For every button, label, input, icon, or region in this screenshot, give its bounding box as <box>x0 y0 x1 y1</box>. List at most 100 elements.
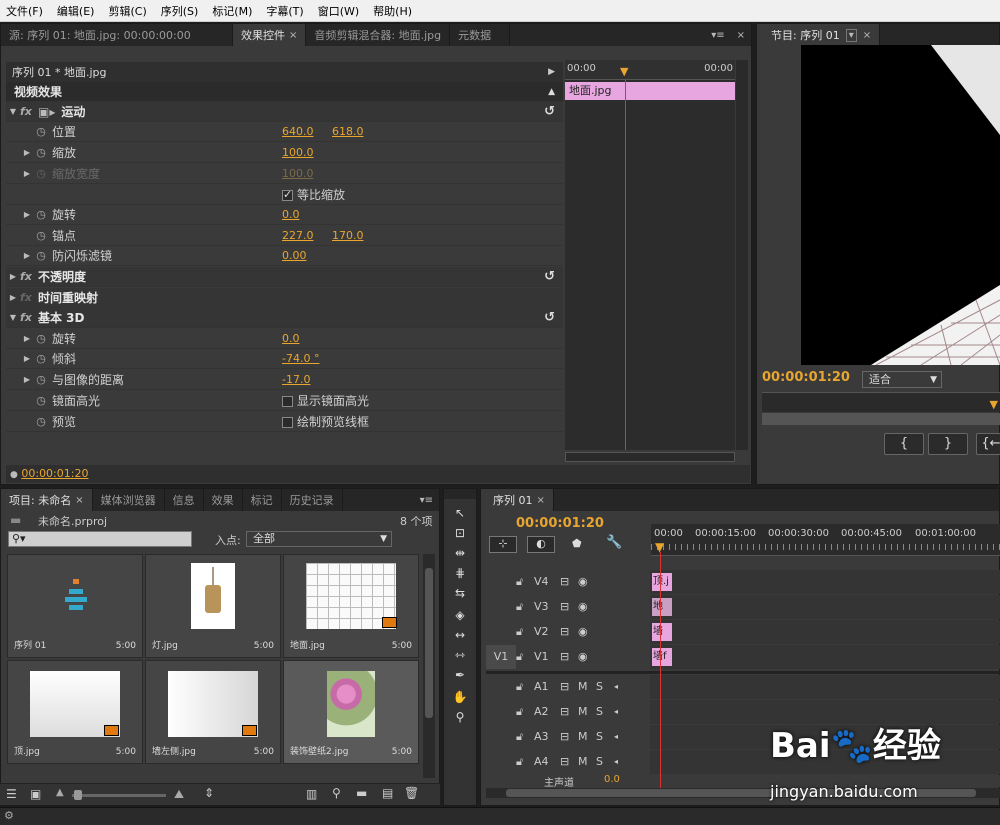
expand-triangle-icon[interactable]: ▶ <box>20 354 34 363</box>
mark-out-button[interactable]: } <box>928 433 968 455</box>
ec-vertical-scrollbar[interactable] <box>736 60 748 450</box>
menu-title[interactable]: 字幕(T) <box>266 3 303 19</box>
dropdown-icon[interactable]: ▾ <box>845 28 857 42</box>
row-time-remap[interactable]: ▶ fx 时间重映射 <box>6 288 563 308</box>
new-item-icon[interactable]: ▤ <box>382 786 393 800</box>
film-icon[interactable]: ⊟ <box>560 730 578 743</box>
tilt-value[interactable]: -74.0 ° <box>282 352 319 365</box>
trash-icon[interactable]: 🗑 <box>404 786 419 800</box>
position-y-value[interactable]: 618.0 <box>332 125 364 138</box>
solo-button[interactable]: S <box>596 705 614 718</box>
ec-clip-bar[interactable]: 地面.jpg <box>565 82 735 100</box>
expand-triangle-icon[interactable]: ▶ <box>20 251 34 260</box>
expand-triangle-icon[interactable]: ▶ <box>20 375 34 384</box>
eye-icon[interactable]: ◉ <box>578 650 596 663</box>
b3d-rotation-value[interactable]: 0.0 <box>282 332 300 345</box>
close-icon[interactable]: × <box>289 30 297 41</box>
row-basic3d[interactable]: ▼ fx 基本 3D ↺ <box>6 308 563 328</box>
lock-icon[interactable]: 🔓︎ <box>516 600 534 614</box>
solo-button[interactable]: S <box>596 730 614 743</box>
stopwatch-icon[interactable]: ◷ <box>34 249 48 263</box>
menu-window[interactable]: 窗口(W) <box>318 3 359 19</box>
timeline-time-ruler[interactable]: 00:00 00:00:15:00 00:00:30:00 00:00:45:0… <box>651 524 1000 556</box>
ripple-edit-tool-icon[interactable]: ⇹ <box>450 544 470 562</box>
ec-horizontal-scrollbar[interactable] <box>565 452 735 462</box>
fx-icon[interactable]: fx <box>20 105 38 118</box>
project-item[interactable]: 顶.jpg 5:00 <box>7 660 143 764</box>
menu-sequence[interactable]: 序列(S) <box>161 3 199 19</box>
close-icon[interactable]: × <box>75 495 83 506</box>
mute-button[interactable]: M <box>578 705 596 718</box>
menu-edit[interactable]: 编辑(E) <box>57 3 95 19</box>
close-icon[interactable]: × <box>863 30 871 41</box>
slide-tool-icon[interactable]: ⇿ <box>450 646 470 664</box>
project-item[interactable]: 序列 01 5:00 <box>7 554 143 658</box>
row-motion[interactable]: ▼ fx ▣▸ 运动 ↺ <box>6 102 563 122</box>
row-opacity[interactable]: ▶ fx 不透明度 ↺ <box>6 267 563 287</box>
timeline-timecode[interactable]: 00:00:01:20 <box>516 516 604 531</box>
project-item[interactable]: 灯.jpg 5:00 <box>145 554 281 658</box>
timeline-clip[interactable]: 墙f <box>652 647 672 666</box>
stopwatch-icon[interactable]: ◷ <box>34 373 48 387</box>
anchor-y-value[interactable]: 170.0 <box>332 229 364 242</box>
list-view-icon[interactable]: ☰ <box>6 787 17 801</box>
solo-button[interactable]: S <box>596 680 614 693</box>
track-select-tool-icon[interactable]: ⊡ <box>450 524 470 542</box>
track-lane[interactable]: 顶.j <box>650 569 1000 594</box>
ec-mini-timeline[interactable]: 00:00 00:00 ▼ 地面.jpg <box>565 60 735 450</box>
tab-sequence[interactable]: 序列 01 × <box>481 489 554 511</box>
go-to-in-button[interactable]: {← <box>976 433 1000 455</box>
expand-arrow-icon[interactable]: ▶ <box>548 67 555 77</box>
rolling-edit-tool-icon[interactable]: ⋕ <box>450 564 470 582</box>
lock-icon[interactable]: 🔓︎ <box>516 680 534 694</box>
film-icon[interactable]: ⊟ <box>560 650 578 663</box>
preview-wireframe-checkbox[interactable] <box>282 417 293 428</box>
film-icon[interactable]: ⊟ <box>560 625 578 638</box>
menu-clip[interactable]: 剪辑(C) <box>108 3 146 19</box>
sort-icon[interactable]: ⇕ <box>204 786 214 800</box>
expand-triangle-icon[interactable]: ▶ <box>20 148 34 157</box>
lock-icon[interactable]: 🔓︎ <box>516 650 534 664</box>
film-icon[interactable]: ⊟ <box>560 680 578 693</box>
collapse-triangle-icon[interactable]: ▼ <box>6 313 20 322</box>
stopwatch-icon[interactable]: ◷ <box>34 352 48 366</box>
reset-icon[interactable]: ↺ <box>544 269 555 284</box>
lock-icon[interactable]: 🔓︎ <box>516 575 534 589</box>
close-icon[interactable]: × <box>537 495 545 506</box>
expand-triangle-icon[interactable]: ▶ <box>6 293 20 302</box>
pen-tool-icon[interactable]: ✒ <box>450 666 470 684</box>
fx-icon[interactable]: fx <box>20 311 38 324</box>
tab-markers[interactable]: 标记 <box>243 489 282 511</box>
lock-icon[interactable]: 🔓︎ <box>516 705 534 719</box>
mute-button[interactable]: M <box>578 730 596 743</box>
stopwatch-icon[interactable]: ◷ <box>34 415 48 429</box>
program-timecode[interactable]: 00:00:01:20 <box>762 370 850 385</box>
voiceover-icon[interactable]: ◂ <box>614 732 628 741</box>
stopwatch-icon[interactable]: ◷ <box>34 229 48 243</box>
tab-effect-controls[interactable]: 效果控件 × <box>233 24 307 46</box>
anchor-x-value[interactable]: 227.0 <box>282 229 314 242</box>
playhead-icon[interactable]: ▼ <box>990 398 998 411</box>
snap-button[interactable]: ⊹ <box>489 536 517 553</box>
tab-info[interactable]: 信息 <box>165 489 204 511</box>
reset-icon[interactable]: ↺ <box>544 104 555 119</box>
project-search-input[interactable]: ⚲▾ <box>8 531 192 547</box>
reset-icon[interactable]: ↺ <box>544 310 555 325</box>
eye-icon[interactable]: ◉ <box>578 600 596 613</box>
mute-button[interactable]: M <box>578 680 596 693</box>
scale-value[interactable]: 100.0 <box>282 146 314 159</box>
selection-tool-icon[interactable]: ↖ <box>450 504 470 522</box>
zoom-tool-icon[interactable]: ⚲ <box>450 708 470 726</box>
icon-view-icon[interactable]: ▣ <box>30 787 41 801</box>
hand-tool-icon[interactable]: ✋ <box>450 688 470 706</box>
close-panel-icon[interactable]: × <box>731 24 751 46</box>
timeline-clip[interactable]: 地面 <box>652 597 672 616</box>
tab-history[interactable]: 历史记录 <box>282 489 343 511</box>
lock-icon[interactable]: 🔓︎ <box>516 730 534 744</box>
collapse-triangle-icon[interactable]: ▼ <box>6 107 20 116</box>
timeline-clip[interactable]: 顶.j <box>652 572 672 591</box>
stopwatch-icon[interactable]: ◷ <box>34 146 48 160</box>
expand-triangle-icon[interactable]: ▶ <box>6 272 20 281</box>
zoom-fit-select[interactable]: 适合 ▼ <box>862 371 942 388</box>
timeline-horizontal-scrollbar[interactable] <box>486 788 1000 798</box>
